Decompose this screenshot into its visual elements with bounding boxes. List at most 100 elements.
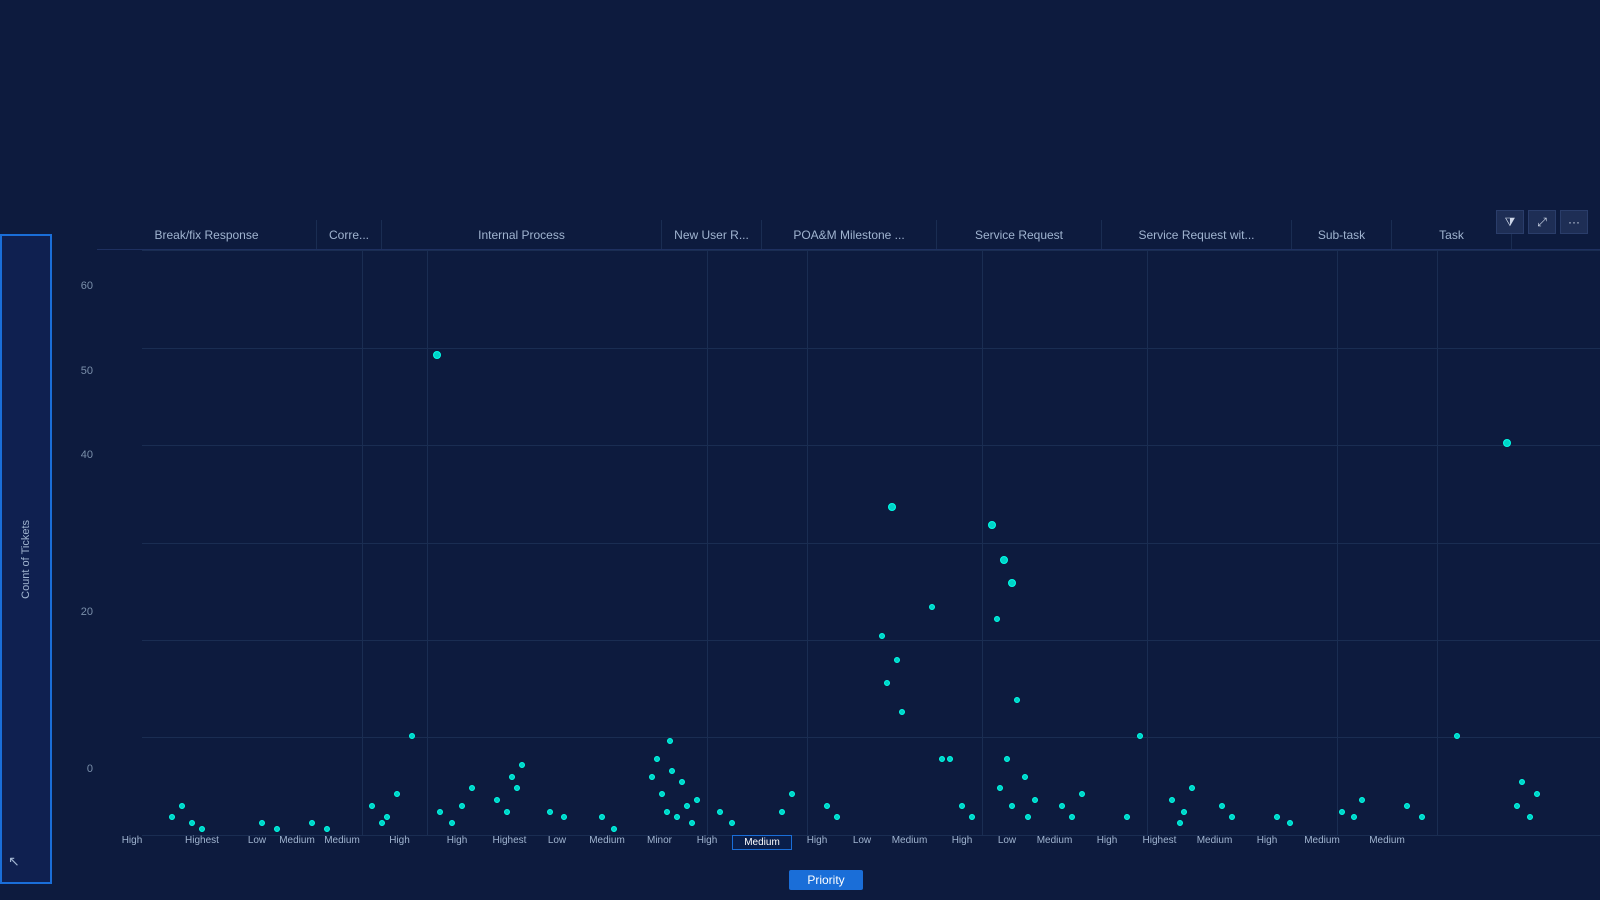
- x-label-bf-low: Low: [237, 835, 277, 846]
- chart-container: Count of Tickets ↖ Break/fix Response Co…: [0, 220, 1600, 890]
- cursor-indicator: ↖: [8, 853, 20, 870]
- dot-ip-minor-1: [717, 809, 723, 815]
- dot-ip-med-3: [664, 809, 670, 815]
- dot-sr-low-1: [947, 756, 953, 762]
- priority-label-container: Priority: [52, 870, 1600, 890]
- dot-ip-low-2: [611, 826, 617, 832]
- dot-corre-med-1: [449, 820, 455, 826]
- col-header-breakfix: Break/fix Response: [97, 220, 317, 249]
- x-label-sr-med: Medium: [1027, 835, 1082, 846]
- y-tick-40: 40: [81, 449, 93, 461]
- top-area: [0, 0, 1600, 230]
- dot-sr-high-1: [988, 521, 996, 529]
- dot-task-final-2: [1527, 814, 1533, 820]
- dot-poam-high-5: [899, 709, 905, 715]
- dot-task-med2-1: [1503, 439, 1511, 447]
- y-ticks: 60 50 40 20 0: [52, 280, 97, 775]
- dot-poam-high-1: [888, 503, 896, 511]
- dot-poam-high-2: [879, 633, 885, 639]
- dot-ip-med-6: [654, 756, 660, 762]
- dot-ip-high-5: [519, 762, 525, 768]
- x-label-poam-med: Medium: [882, 835, 937, 846]
- dot-ip-highest-2: [561, 814, 567, 820]
- dot-poam-high-4: [884, 680, 890, 686]
- dot-st-highest-1: [1274, 814, 1280, 820]
- dot-bf-med-4: [379, 820, 385, 826]
- x-label-ip-med: Medium: [577, 835, 637, 846]
- dot-sr-med-1: [1022, 774, 1028, 780]
- x-label-ip-highest: Highest: [482, 835, 537, 846]
- x-label-co-high: High: [367, 835, 432, 846]
- dot-task-high-1: [1404, 803, 1410, 809]
- col-header-internal: Internal Process: [382, 220, 662, 249]
- priority-badge: Priority: [789, 870, 862, 890]
- dot-task-final-3: [1534, 791, 1540, 797]
- dot-srw-low-2: [1137, 733, 1143, 739]
- x-label-bf-med2: Medium: [317, 835, 367, 846]
- dot-corre-med-2: [459, 803, 465, 809]
- more-icon: ···: [1568, 215, 1580, 229]
- x-label-srw-high: High: [1082, 835, 1132, 846]
- col-header-poam: POA&M Milestone ...: [762, 220, 937, 249]
- dot-nu-med-1: [824, 803, 830, 809]
- x-label-sr-low: Low: [987, 835, 1027, 846]
- dot-sr-high-3: [1008, 579, 1016, 587]
- expand-icon-btn[interactable]: ⤢: [1528, 210, 1556, 234]
- dot-sr-low-2: [959, 803, 965, 809]
- x-label-poam-low: Low: [842, 835, 882, 846]
- dot-st-med-1: [1339, 809, 1345, 815]
- dot-poam-med-1: [929, 604, 935, 610]
- dot-bf-high-1: [169, 814, 175, 820]
- dot-sr-high-8: [1009, 803, 1015, 809]
- expand-icon: ⤢: [1537, 215, 1547, 230]
- dot-st-high-2: [1229, 814, 1235, 820]
- dot-nu-med-2: [834, 814, 840, 820]
- dot-bf-highest-1: [259, 820, 265, 826]
- y-axis-label: Count of Tickets: [20, 520, 32, 599]
- x-label-st-high: High: [1242, 835, 1292, 846]
- dot-st-med-2: [1351, 814, 1357, 820]
- x-label-ip-minor: Minor: [637, 835, 682, 846]
- dot-poam-low-1: [939, 756, 945, 762]
- dot-ip-med-10: [689, 820, 695, 826]
- col-header-srw: Service Request wit...: [1102, 220, 1292, 249]
- dot-bf-med-3: [394, 791, 400, 797]
- col-header-subtask: Sub-task: [1292, 220, 1392, 249]
- dot-task-final-4: [1519, 779, 1525, 785]
- dot-st-med-3: [1359, 797, 1365, 803]
- dot-ip-med-11: [694, 797, 700, 803]
- x-label-nu-med: Medium: [732, 835, 792, 850]
- dot-poam-high-3: [894, 657, 900, 663]
- x-label-srw-med: Medium: [1187, 835, 1242, 846]
- x-label-poam-high: High: [792, 835, 842, 846]
- col-header-sr: Service Request: [937, 220, 1102, 249]
- col-header-corre: Corre...: [317, 220, 382, 249]
- dot-corre-low-1: [437, 809, 443, 815]
- dot-bf-highest-2: [274, 826, 280, 832]
- x-label-st-med: Medium: [1292, 835, 1352, 846]
- plot-area: [142, 250, 1600, 835]
- dot-sr-high-6: [1004, 756, 1010, 762]
- y-axis-label-container: Count of Tickets ↖: [0, 234, 52, 884]
- x-label-nu-high: High: [682, 835, 732, 846]
- x-axis-row: High Highest Low Medium Medium High High…: [97, 835, 1600, 870]
- dot-bf-high-4: [199, 826, 205, 832]
- dot-task-med-1: [1454, 733, 1460, 739]
- y-tick-20: 20: [81, 606, 93, 618]
- dot-sr-med-2: [1032, 797, 1038, 803]
- dot-ip-med-4: [669, 768, 675, 774]
- dot-bf-high-2: [189, 820, 195, 826]
- dot-srw-high-3: [1079, 791, 1085, 797]
- x-label-ip-low: Low: [537, 835, 577, 846]
- dot-st-high-1: [1219, 803, 1225, 809]
- dot-sr-high-4: [994, 616, 1000, 622]
- dot-bf-med-2: [384, 814, 390, 820]
- y-tick-50: 50: [81, 365, 93, 377]
- y-tick-0: 0: [87, 763, 93, 775]
- dot-srw-low-1: [1124, 814, 1130, 820]
- more-icon-btn[interactable]: ···: [1560, 210, 1588, 234]
- dot-sr-high-7: [997, 785, 1003, 791]
- dot-bf-high-3: [179, 803, 185, 809]
- filter-icon-btn[interactable]: ⧩: [1496, 210, 1524, 234]
- dot-nu-high-2: [789, 791, 795, 797]
